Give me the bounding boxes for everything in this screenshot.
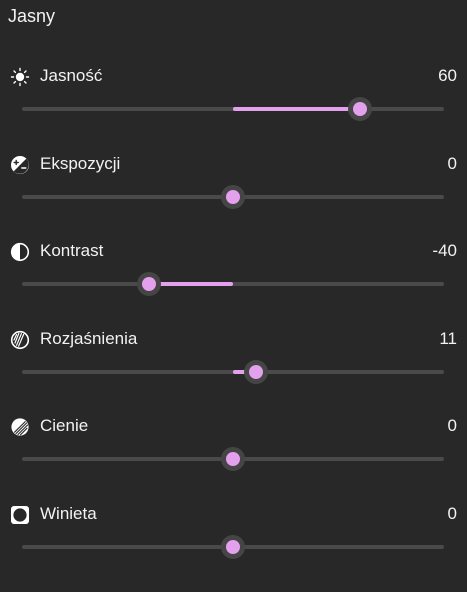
slider-thumb[interactable] xyxy=(221,447,245,471)
adjustment-label: Kontrast xyxy=(40,241,104,260)
exposure-slider[interactable] xyxy=(22,185,444,209)
panel-title: Jasny xyxy=(8,6,56,26)
brightness-slider[interactable] xyxy=(22,97,444,121)
exposure-icon xyxy=(10,155,30,175)
adjustment-row-brightness: Jasność 60 xyxy=(0,62,467,150)
slider-thumb[interactable] xyxy=(347,97,372,121)
slider-thumb[interactable] xyxy=(221,535,245,559)
adjustment-row-highlights: Rozjaśnienia 11 xyxy=(0,325,467,413)
adjustment-value: -40 xyxy=(432,241,457,260)
slider-fill xyxy=(148,282,233,286)
adjustment-value: 11 xyxy=(439,329,457,348)
adjustment-row-contrast: Kontrast -40 xyxy=(0,237,467,325)
slider-thumb[interactable] xyxy=(221,185,245,209)
vignette-icon xyxy=(10,505,30,525)
shadows-icon xyxy=(10,417,30,437)
adjustment-label: Ekspozycji xyxy=(40,154,121,173)
slider-fill xyxy=(233,107,360,111)
slider-thumb[interactable] xyxy=(136,272,161,296)
slider-track[interactable] xyxy=(22,282,444,286)
adjustment-row-vignette: Winieta 0 xyxy=(0,500,467,588)
adjustment-row-exposure: Ekspozycji 0 xyxy=(0,150,467,238)
vignette-slider[interactable] xyxy=(22,535,444,559)
adjustment-label: Cienie xyxy=(40,416,89,435)
adjustment-value: 0 xyxy=(447,504,457,523)
slider-thumb[interactable] xyxy=(244,360,269,384)
sun-icon xyxy=(10,67,30,87)
adjustment-row-shadows: Cienie 0 xyxy=(0,412,467,500)
contrast-icon xyxy=(10,242,30,262)
shadows-slider[interactable] xyxy=(22,447,444,471)
light-adjustments-panel: Jasny Jasność 60 Ekspozycji 0 Kontrast -… xyxy=(0,0,467,592)
adjustment-value: 60 xyxy=(438,66,457,85)
adjustment-label: Rozjaśnienia xyxy=(40,329,138,348)
adjustment-value: 0 xyxy=(447,416,457,435)
adjustment-value: 0 xyxy=(447,154,457,173)
contrast-slider[interactable] xyxy=(22,272,444,296)
highlights-icon xyxy=(10,330,30,350)
highlights-slider[interactable] xyxy=(22,360,444,384)
adjustment-label: Winieta xyxy=(40,504,97,523)
adjustment-label: Jasność xyxy=(40,66,103,85)
